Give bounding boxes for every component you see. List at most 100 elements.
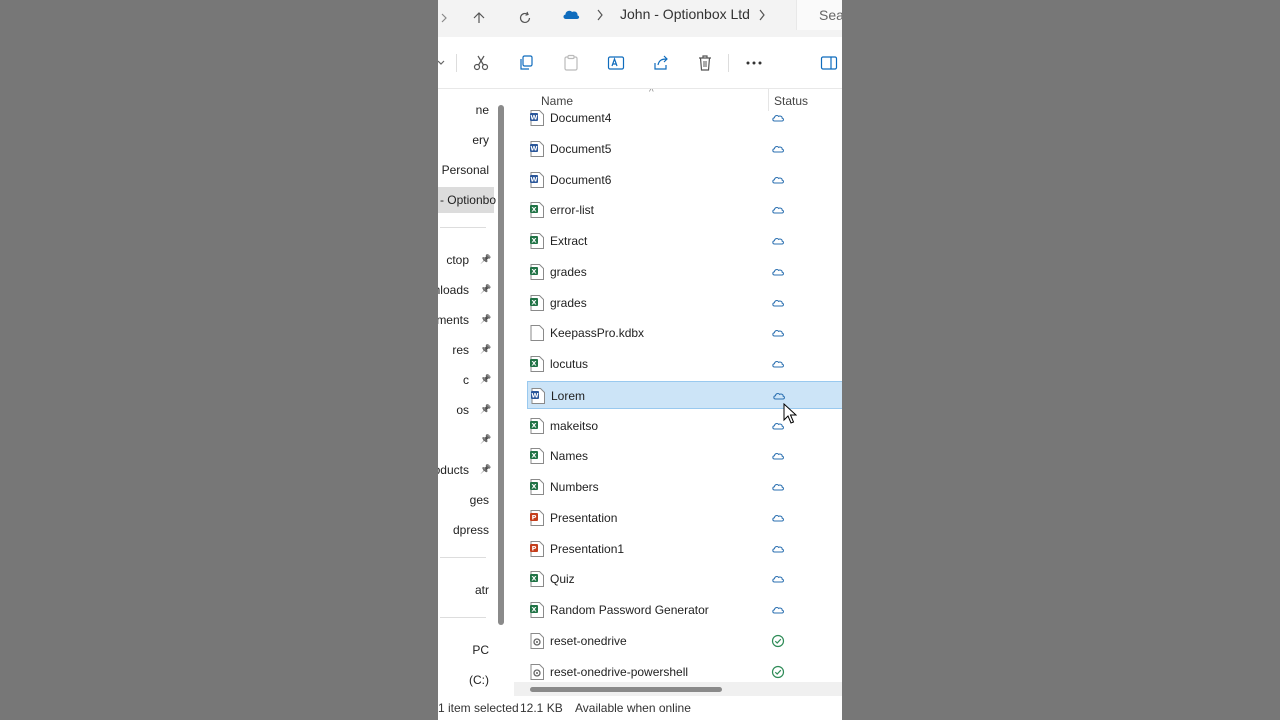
nav-item-label: dpress xyxy=(452,523,489,537)
forward-icon[interactable] xyxy=(438,6,458,30)
powerpoint-file-icon: P xyxy=(530,540,544,557)
pin-icon: 📌 xyxy=(480,404,492,414)
search-input[interactable]: Sear xyxy=(796,0,842,30)
nav-item[interactable]: 📌 xyxy=(438,427,494,453)
cloud-online-icon xyxy=(772,176,784,183)
nav-item-label: (C:) xyxy=(469,673,489,687)
word-file-icon: W xyxy=(530,171,544,188)
file-name: locutus xyxy=(550,357,589,371)
cloud-online-icon xyxy=(772,238,784,245)
cloud-online-icon xyxy=(772,299,784,306)
selection-count: 1 item selected xyxy=(438,701,519,715)
svg-text:X: X xyxy=(531,298,536,306)
cloud-online-icon xyxy=(772,484,784,491)
file-name: Quiz xyxy=(550,572,575,587)
file-row[interactable]: X Names xyxy=(527,442,842,470)
file-row[interactable]: W Document5 xyxy=(527,135,842,163)
more-options-icon[interactable] xyxy=(743,52,765,74)
file-name: grades xyxy=(550,264,587,279)
file-row[interactable]: X Quiz xyxy=(527,565,842,593)
mouse-cursor-icon xyxy=(783,403,797,424)
cloud-online-icon xyxy=(772,207,784,214)
rename-icon[interactable] xyxy=(605,52,627,74)
file-row[interactable]: KeepassPro.kdbx xyxy=(527,319,842,347)
pin-icon: 📌 xyxy=(480,344,492,354)
file-name: reset-onedrive xyxy=(550,633,627,648)
file-explorer-window: John - Optionbox Ltd Sear xyxy=(438,0,842,720)
file-row[interactable]: W Document6 xyxy=(527,166,842,194)
cloud-online-icon xyxy=(773,392,785,400)
file-row[interactable]: Xgrades xyxy=(527,258,842,286)
nav-item[interactable]: (C:) xyxy=(438,667,494,693)
delete-icon[interactable] xyxy=(694,52,716,74)
file-row[interactable]: reset-onedrive xyxy=(527,627,842,655)
cloud-online-icon xyxy=(772,545,784,552)
file-row[interactable]: Xlocutus xyxy=(527,350,842,378)
file-row[interactable]: X Extract xyxy=(527,227,842,255)
paste-icon[interactable] xyxy=(560,52,582,74)
chevron-right-icon[interactable] xyxy=(758,9,766,21)
excel-file-icon: X xyxy=(530,571,544,588)
up-arrow-icon[interactable] xyxy=(466,6,492,30)
nav-item[interactable]: res 📌 xyxy=(438,337,494,363)
refresh-icon[interactable] xyxy=(512,6,538,30)
nav-item-label: ctop xyxy=(446,253,469,267)
nav-item[interactable]: atr xyxy=(438,577,494,603)
excel-file-icon: X xyxy=(530,448,544,465)
nav-item[interactable]: - Personal xyxy=(438,157,494,183)
nav-item[interactable]: c 📌 xyxy=(438,367,494,393)
nav-item[interactable]: dpress xyxy=(438,517,494,543)
nav-item[interactable]: uments 📌 xyxy=(438,307,494,333)
file-row[interactable]: X Random Password Generator xyxy=(527,596,842,624)
file-row[interactable]: P Presentation1 xyxy=(527,535,842,563)
nav-item-label: ery xyxy=(472,133,489,147)
cloud-online-icon xyxy=(772,330,784,337)
nav-item-label: uments xyxy=(438,313,469,327)
file-row[interactable]: X Numbers xyxy=(527,473,842,501)
nav-item[interactable]: - Optionbo xyxy=(438,187,496,213)
nav-item[interactable]: ges xyxy=(438,487,494,513)
svg-text:X: X xyxy=(531,237,536,245)
details-pane-icon[interactable] xyxy=(818,52,840,74)
nav-item[interactable]: ne xyxy=(438,97,494,123)
file-name: grades xyxy=(550,295,587,310)
file-row[interactable]: Xerror-list xyxy=(527,196,842,224)
word-file-icon: W xyxy=(530,140,544,157)
file-name: Presentation xyxy=(550,510,618,525)
file-name: KeepassPro.kdbx xyxy=(550,326,645,341)
cloud-online-icon xyxy=(772,607,784,614)
synced-check-icon xyxy=(771,665,785,678)
svg-text:W: W xyxy=(531,391,538,399)
file-row[interactable]: Xgrades xyxy=(527,289,842,317)
nav-item[interactable]: ctop 📌 xyxy=(438,247,494,273)
navigation-scrollbar[interactable] xyxy=(498,105,504,625)
nav-item[interactable]: ery xyxy=(438,127,494,153)
share-icon[interactable] xyxy=(650,52,672,74)
file-row[interactable]: P Presentation xyxy=(527,504,842,532)
svg-text:X: X xyxy=(531,421,536,429)
cloud-online-icon xyxy=(772,268,784,276)
file-name: Document4 xyxy=(550,111,612,125)
nav-item-label: res xyxy=(452,343,469,357)
search-placeholder: Sear xyxy=(819,7,842,23)
new-dropdown-chevron-icon[interactable] xyxy=(438,52,452,74)
horizontal-scrollbar-thumb[interactable] xyxy=(530,687,722,692)
cloud-online-icon xyxy=(772,514,784,522)
pin-icon: 📌 xyxy=(480,464,492,474)
nav-item[interactable]: nloads 📌 xyxy=(438,277,494,303)
svg-text:X: X xyxy=(531,206,536,214)
copy-icon[interactable] xyxy=(515,52,537,74)
svg-text:P: P xyxy=(532,544,537,552)
nav-item[interactable]: os 📌 xyxy=(438,397,494,423)
excel-file-icon: X xyxy=(530,417,544,434)
cut-icon[interactable] xyxy=(470,52,492,74)
svg-text:X: X xyxy=(531,606,536,614)
nav-item[interactable]: roducts 📌 xyxy=(438,457,494,483)
excel-file-icon: X xyxy=(530,263,544,280)
nav-item[interactable]: PC xyxy=(438,637,494,663)
file-row[interactable]: W Document4 xyxy=(527,104,842,132)
script-file-icon xyxy=(530,663,544,680)
breadcrumb[interactable]: John - Optionbox Ltd xyxy=(554,0,790,30)
breadcrumb-label[interactable]: John - Optionbox Ltd xyxy=(620,6,750,22)
nav-divider xyxy=(440,557,486,558)
